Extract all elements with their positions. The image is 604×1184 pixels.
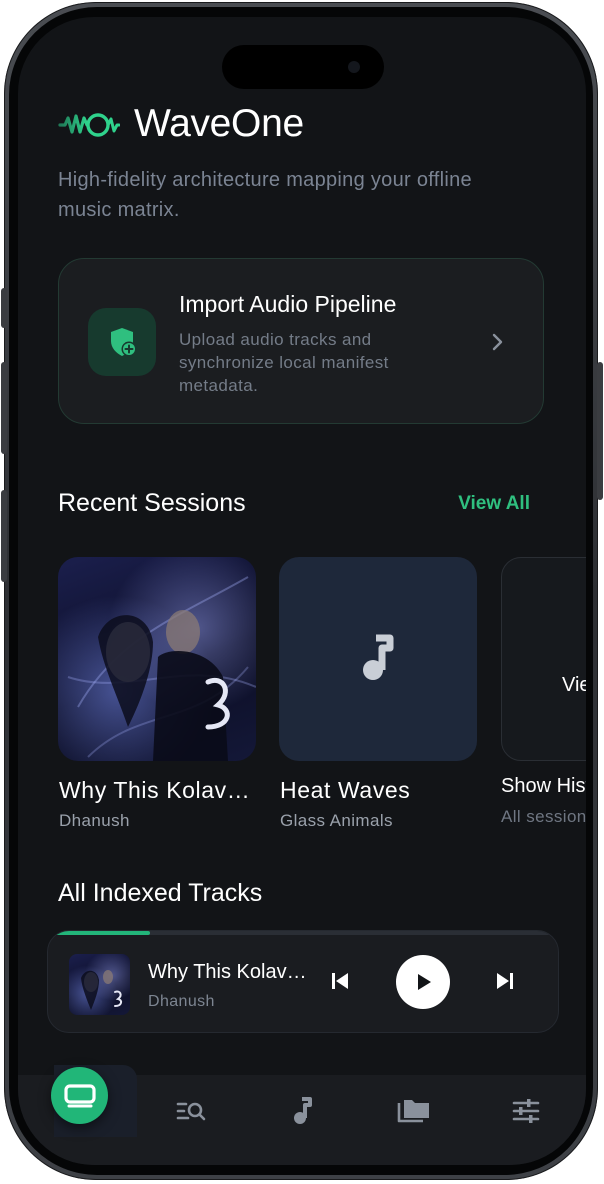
app-title: WaveOne [134,102,304,145]
next-track-button[interactable] [493,969,517,993]
view-all-link[interactable]: View All [458,493,530,515]
session-card-art-2[interactable] [279,557,477,761]
session-title-1: Why This Kolaveri Di [59,777,259,803]
skip-next-icon [497,973,513,989]
session-title-2: Heat Waves [280,777,411,803]
skip-previous-icon [332,973,348,989]
app-header: WaveOne [58,101,304,147]
app-tagline: High-fidelity architecture mapping your … [58,169,472,221]
show-history-view-label: View All [562,674,586,696]
import-audio-card[interactable]: Import Audio Pipeline Upload audio track… [58,258,544,424]
session-card-show-history[interactable]: View All [501,557,586,761]
nav-home-button[interactable] [51,1067,108,1124]
folder-icon [397,1100,429,1123]
home-icon [63,1083,96,1107]
dynamic-island [222,45,384,89]
chevron-right-icon [492,333,503,351]
play-button[interactable] [396,955,450,1009]
action-button [1,288,7,328]
recent-sessions-heading: Recent Sessions [58,489,246,517]
player-progress-fill [48,931,150,935]
previous-track-button[interactable] [328,969,352,993]
session-title-3: Show History [501,775,586,797]
search-list-icon [176,1102,206,1121]
nav-search-button[interactable] [173,1093,209,1129]
waveone-logo-icon [58,113,120,137]
nav-music-button[interactable] [284,1093,320,1129]
player-track-artist: Dhanush [148,993,215,1010]
player-track-title: Why This Kolaveri Di [148,961,308,983]
session-card-art-1[interactable] [58,557,256,761]
volume-up-button [1,362,7,454]
music-note-icon [294,1097,312,1124]
nav-library-button[interactable] [396,1093,432,1129]
import-card-title: Import Audio Pipeline [179,291,397,317]
session-artist-1: Dhanush [59,811,130,830]
sliders-icon [512,1099,540,1123]
power-button [597,362,603,500]
player-album-art [69,954,130,1015]
session-subtitle-3: All sessions [501,807,586,826]
all-tracks-heading: All Indexed Tracks [58,879,263,907]
mini-player[interactable]: Why This Kolaveri Di Dhanush [47,930,559,1033]
import-card-description: Upload audio tracks and synchronize loca… [179,330,389,395]
nav-settings-button[interactable] [508,1093,544,1129]
play-icon [418,974,431,990]
session-artist-2: Glass Animals [280,811,393,830]
app-screen: WaveOne High-fidelity architecture mappi… [18,17,586,1165]
shield-plus-icon [88,308,156,376]
music-note-icon [363,634,394,680]
album-art [67,576,256,761]
player-progress-bar[interactable] [48,931,558,935]
volume-down-button [1,490,7,582]
